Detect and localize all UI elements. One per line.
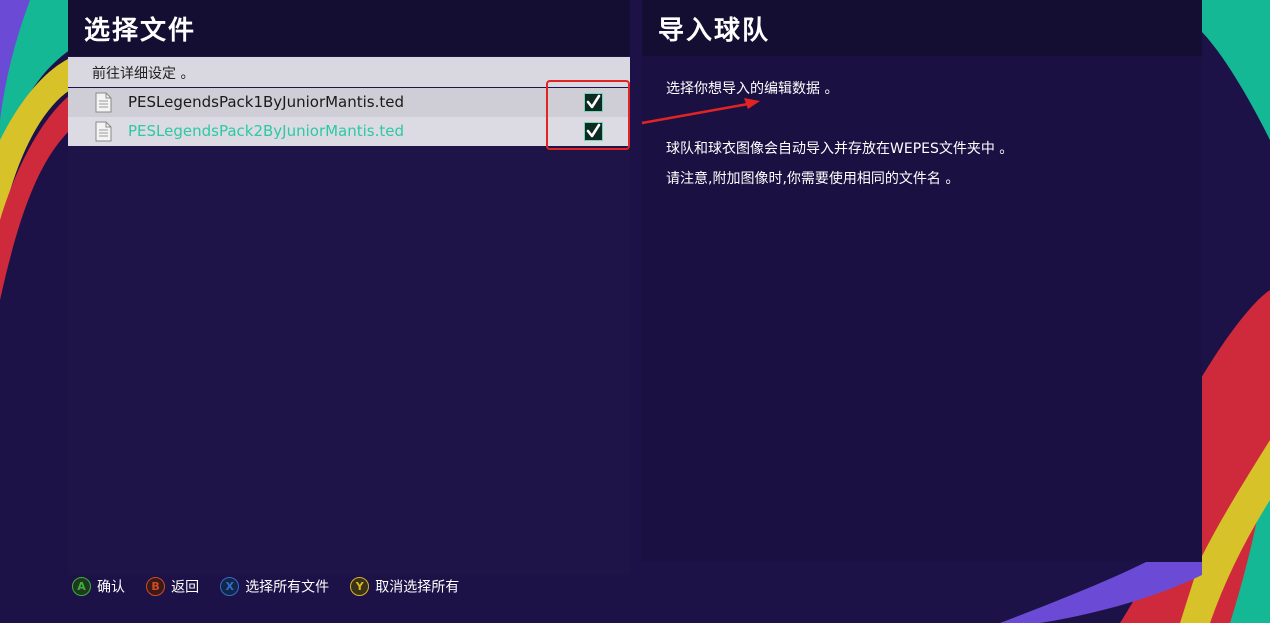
select-file-header: 选择文件 <box>68 0 630 56</box>
button-hints-bar: A 确认 B 返回 X 选择所有文件 Y 取消选择所有 <box>72 576 475 598</box>
hint-confirm[interactable]: A 确认 <box>72 576 125 597</box>
annotation-highlight-box <box>546 80 630 150</box>
document-icon <box>95 92 112 113</box>
panel-title: 导入球队 <box>658 16 771 46</box>
y-button-icon: Y <box>350 577 370 597</box>
annotation-arrow-icon <box>641 98 760 125</box>
a-button-icon: A <box>72 577 91 597</box>
import-team-panel: 导入球队 选择你想导入的编辑数据 。 球队和球衣图像会自动导入并存放在WEPES… <box>642 0 1202 562</box>
hint-label: 取消选择所有 <box>375 579 460 596</box>
detail-settings-label: 前往详细设定 。 <box>92 66 195 82</box>
document-icon <box>95 121 112 142</box>
hint-back[interactable]: B 返回 <box>146 576 199 597</box>
hint-label: 确认 <box>97 579 125 596</box>
file-name: PESLegendsPack2ByJuniorMantis.ted <box>128 122 405 140</box>
x-button-icon: X <box>220 577 240 597</box>
file-name: PESLegendsPack1ByJuniorMantis.ted <box>128 93 405 111</box>
hint-label: 选择所有文件 <box>245 579 330 596</box>
info-text: 球队和球衣图像会自动导入并存放在WEPES文件夹中 。 <box>666 141 1014 157</box>
hint-deselect-all[interactable]: Y 取消选择所有 <box>350 576 459 597</box>
info-text: 请注意,附加图像时,你需要使用相同的文件名 。 <box>666 171 960 187</box>
hint-select-all[interactable]: X 选择所有文件 <box>220 576 329 597</box>
import-team-header: 导入球队 <box>642 0 1202 56</box>
b-button-icon: B <box>146 577 166 597</box>
panel-title: 选择文件 <box>84 16 197 46</box>
hint-label: 返回 <box>171 579 200 596</box>
